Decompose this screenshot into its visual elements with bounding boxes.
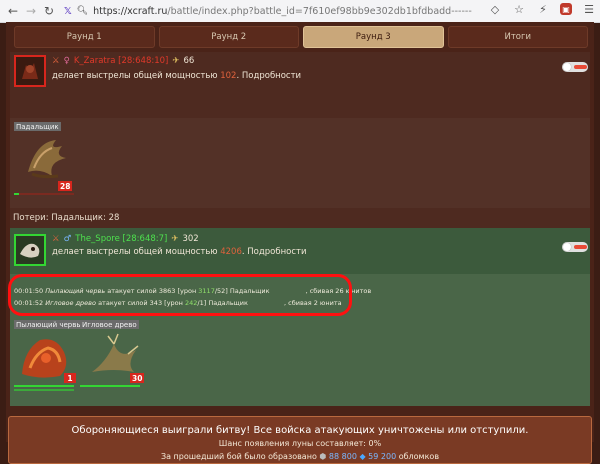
attacker-units: Падальщик 28 <box>10 118 590 208</box>
log-text: /52] Падальщик <box>214 287 272 295</box>
female-icon: ♀ <box>63 56 70 66</box>
log-text: атакует силой <box>105 287 159 295</box>
unit-label-scavenger: Падальщик <box>14 122 61 131</box>
defender-details-link[interactable]: . Подробности <box>242 247 307 257</box>
battle-result: Обороняющиеся выиграли битву! Все войска… <box>8 416 592 464</box>
site-icon: 𝕏 <box>64 5 72 17</box>
hp-secondary-bar <box>14 389 74 391</box>
defender-avatar[interactable] <box>14 234 46 266</box>
hp-bar-scavenger <box>14 193 19 195</box>
defender-units: Пылающий червь 1 Игловое древо 30 <box>10 316 590 406</box>
attacker-losses: Потери: Падальщик: 28 <box>10 208 590 228</box>
attacker-avatar[interactable] <box>14 55 46 87</box>
debris-line: За прошедший бой было образовано ⬢ 88 80… <box>9 452 591 461</box>
hp-track <box>14 193 74 195</box>
defender-desc-prefix: делает выстрелы общей мощностью <box>52 247 221 257</box>
attacker-panel: ⚔ ♀ K_Zaratra [28:648:10] ✈ 66 делает вы… <box>10 52 590 118</box>
log-time: 00:01:50 <box>14 287 44 295</box>
metal-icon: ⬢ <box>319 452 327 461</box>
tab-round-1[interactable]: Раунд 1 <box>14 26 155 48</box>
reload-icon[interactable]: ↻ <box>40 2 58 20</box>
debris-suffix: обломков <box>398 452 440 461</box>
defender-toggle[interactable] <box>562 242 588 252</box>
defender-panel: ⚔ ♂ The_Spore [28:648:7] ✈ 302 делает вы… <box>10 228 590 274</box>
extension-icon[interactable]: ⚡ <box>536 2 550 16</box>
log-text: /1] Падальщик <box>197 299 250 307</box>
menu-icon[interactable]: ☰ <box>582 2 596 16</box>
address-bar[interactable]: 𝕏 🔍︎ https://xcraft.ru/battle/index.php?… <box>64 3 474 19</box>
result-title: Обороняющиеся выиграли битву! Все войска… <box>71 425 529 436</box>
defender-name[interactable]: The_Spore [28:648:7] <box>75 234 167 244</box>
battle-log: 00:01:50 Пылающий червь атакует силой 38… <box>10 274 590 316</box>
debris-metal: 88 800 <box>328 452 357 461</box>
forward-icon[interactable]: → <box>22 2 40 20</box>
attacker-score: 66 <box>183 56 195 66</box>
log-text: [урон <box>162 299 185 307</box>
unit-label-burning-worm: Пылающий червь <box>14 320 83 329</box>
log-entry: 00:01:50 Пылающий червь атакует силой 38… <box>14 287 371 295</box>
attacker-name[interactable]: K_Zaratra [28:648:10] <box>74 56 169 66</box>
attacker-power: 102 <box>220 71 237 81</box>
log-entry: 00:01:52 Игловое древо атакует силой 343… <box>14 299 342 307</box>
tab-round-3[interactable]: Раунд 3 <box>303 26 444 48</box>
unit-count-needle-tree: 30 <box>130 373 145 383</box>
url-host: https://xcraft.ru <box>93 5 168 17</box>
scavenger-unit-image[interactable] <box>18 132 74 184</box>
log-text: атакует силой <box>96 299 150 307</box>
log-time: 00:01:52 <box>14 299 44 307</box>
log-damage: 3117 <box>198 287 215 295</box>
log-unit: Игловое древо <box>45 299 96 307</box>
tab-results[interactable]: Итоги <box>447 26 588 48</box>
log-text: , сбивая 2 юнита <box>284 299 342 307</box>
log-power: 3863 <box>158 287 176 295</box>
debris-prefix: За прошедший бой было образовано <box>160 452 317 461</box>
moon-chance: Шанс появления луны составляет: 0% <box>218 439 382 448</box>
back-icon[interactable]: ← <box>4 2 22 20</box>
attacker-desc-prefix: делает выстрелы общей мощностью <box>52 71 221 81</box>
unit-label-needle-tree: Игловое древо <box>80 320 139 329</box>
defender-power: 4206 <box>220 247 242 257</box>
hp-bar-burning-worm <box>14 385 74 387</box>
attack-icon: ⚔ <box>52 234 60 244</box>
male-icon: ♂ <box>63 234 72 244</box>
star-icon[interactable]: ☆ <box>512 2 526 16</box>
unit-count-burning-worm: 1 <box>64 373 76 383</box>
defender-score: 302 <box>182 234 199 244</box>
battle-frame: Раунд 1 Раунд 2 Раунд 3 Итоги ⚔ ♀ K_Zara… <box>6 22 594 464</box>
search-icon: 🔍︎ <box>76 6 89 16</box>
hp-bar-needle-tree <box>80 385 140 387</box>
score-icon: ✈ <box>172 56 180 66</box>
attacker-description: делает выстрелы общей мощностью 102. Под… <box>52 71 301 81</box>
tab-round-2[interactable]: Раунд 2 <box>158 26 299 48</box>
browser-toolbar: ← → ↻ 𝕏 🔍︎ https://xcraft.ru/battle/inde… <box>0 0 600 23</box>
shield-icon[interactable]: ◇ <box>488 2 502 16</box>
url-path: /battle/index.php?battle_id=7f610ef98bb9… <box>167 5 472 17</box>
crystal-icon: ◆ <box>359 452 366 461</box>
log-text: , сбивая 26 юнитов <box>305 287 372 295</box>
defender-description: делает выстрелы общей мощностью 4206. По… <box>52 247 307 257</box>
unit-count-scavenger: 28 <box>58 181 73 191</box>
attacker-toggle[interactable] <box>562 62 588 72</box>
log-text: [урон <box>175 287 199 295</box>
log-damage: 242 <box>184 299 198 307</box>
addon-icon[interactable]: ▣ <box>560 3 572 15</box>
attack-icon: ⚔ <box>52 56 60 66</box>
debris-crystal: 59 200 <box>368 452 397 461</box>
log-unit: Пылающий червь <box>45 287 106 295</box>
score-icon: ✈ <box>171 234 179 244</box>
attacker-details-link[interactable]: . Подробности <box>236 71 301 81</box>
log-power: 343 <box>149 299 163 307</box>
round-tabs: Раунд 1 Раунд 2 Раунд 3 Итоги <box>14 26 588 48</box>
